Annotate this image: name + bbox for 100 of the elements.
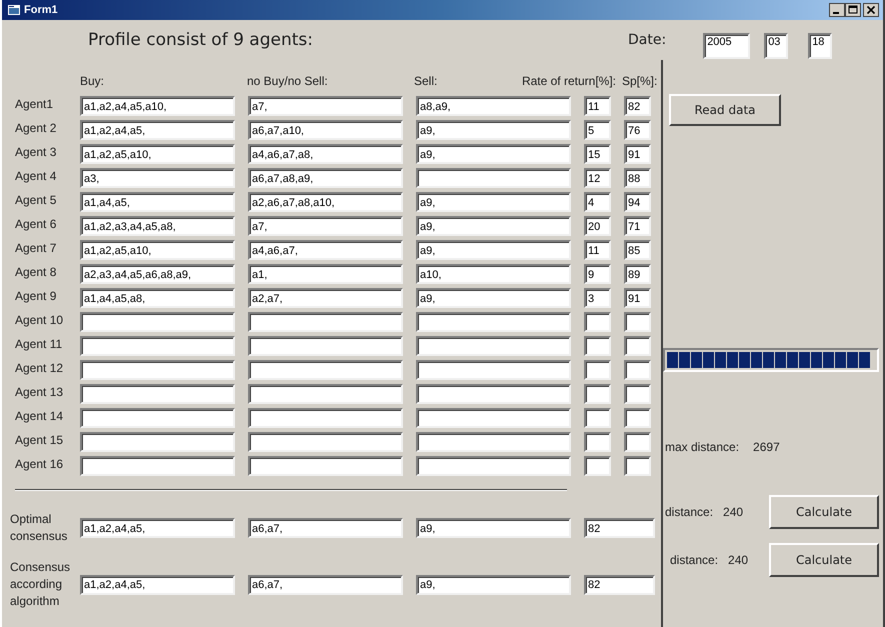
- rate-of-return-field[interactable]: 11: [584, 240, 611, 260]
- sell-field[interactable]: [416, 408, 571, 428]
- sp-field[interactable]: [624, 456, 651, 476]
- buy-field[interactable]: a1,a2,a4,a5,a10,: [80, 96, 235, 116]
- buy-field[interactable]: [80, 336, 235, 356]
- no-buy-no-sell-field[interactable]: a7,: [248, 216, 403, 236]
- sp-field[interactable]: [624, 360, 651, 380]
- agent-label: Agent 15: [15, 433, 64, 447]
- buy-field[interactable]: [80, 408, 235, 428]
- buy-field[interactable]: a1,a4,a5,a8,: [80, 288, 235, 308]
- sell-field[interactable]: a10,: [416, 264, 571, 284]
- no-buy-no-sell-field[interactable]: a6,a7,: [248, 518, 403, 538]
- sell-field[interactable]: [416, 336, 571, 356]
- no-buy-no-sell-field[interactable]: a2,a6,a7,a8,a10,: [248, 192, 403, 212]
- distance-label: distance:: [665, 505, 714, 519]
- sell-field[interactable]: a9,: [416, 216, 571, 236]
- rate-of-return-field[interactable]: 11: [584, 96, 611, 116]
- no-buy-no-sell-field[interactable]: a4,a6,a7,a8,: [248, 144, 403, 164]
- sell-field[interactable]: [416, 456, 571, 476]
- buy-field[interactable]: [80, 360, 235, 380]
- sell-field[interactable]: [416, 168, 571, 188]
- buy-field[interactable]: [80, 432, 235, 452]
- sell-field[interactable]: a9,: [416, 192, 571, 212]
- rate-of-return-field[interactable]: [584, 384, 611, 404]
- rate-of-return-field[interactable]: 5: [584, 120, 611, 140]
- no-buy-no-sell-field[interactable]: a6,a7,a8,a9,: [248, 168, 403, 188]
- rate-of-return-field[interactable]: [584, 360, 611, 380]
- rate-of-return-field[interactable]: [584, 312, 611, 332]
- buy-field[interactable]: a1,a2,a4,a5,: [80, 120, 235, 140]
- buy-field[interactable]: a1,a2,a5,a10,: [80, 240, 235, 260]
- rate-of-return-field[interactable]: [584, 456, 611, 476]
- sell-field[interactable]: [416, 360, 571, 380]
- no-buy-no-sell-field[interactable]: a7,: [248, 96, 403, 116]
- sp-field[interactable]: 85: [624, 240, 651, 260]
- sp-field[interactable]: 91: [624, 288, 651, 308]
- sp-field[interactable]: [624, 408, 651, 428]
- sp-field[interactable]: 94: [624, 192, 651, 212]
- no-buy-no-sell-field[interactable]: a4,a6,a7,: [248, 240, 403, 260]
- rate-of-return-field[interactable]: [584, 336, 611, 356]
- close-icon[interactable]: [863, 3, 879, 17]
- rate-of-return-field[interactable]: [584, 408, 611, 428]
- no-buy-no-sell-field[interactable]: a2,a7,: [248, 288, 403, 308]
- sell-field[interactable]: a9,: [416, 120, 571, 140]
- buy-field[interactable]: a1,a2,a5,a10,: [80, 144, 235, 164]
- buy-field[interactable]: a1,a2,a4,a5,: [80, 518, 235, 538]
- rate-of-return-field[interactable]: 20: [584, 216, 611, 236]
- sp-field[interactable]: [624, 336, 651, 356]
- sp-field[interactable]: 89: [624, 264, 651, 284]
- sell-field[interactable]: [416, 384, 571, 404]
- no-buy-no-sell-field[interactable]: [248, 408, 403, 428]
- buy-field[interactable]: a1,a4,a5,: [80, 192, 235, 212]
- read-data-button[interactable]: Read data: [669, 94, 781, 126]
- sp-field[interactable]: [624, 432, 651, 452]
- day-field[interactable]: 18: [808, 33, 832, 59]
- sell-field[interactable]: [416, 312, 571, 332]
- sp-field[interactable]: [624, 312, 651, 332]
- month-field[interactable]: 03: [764, 33, 788, 59]
- rate-of-return-field[interactable]: 4: [584, 192, 611, 212]
- sp-field[interactable]: 91: [624, 144, 651, 164]
- sell-field[interactable]: a9,: [416, 574, 571, 594]
- buy-field[interactable]: [80, 384, 235, 404]
- sell-field[interactable]: a9,: [416, 144, 571, 164]
- calculate-button[interactable]: Calculate: [769, 543, 879, 577]
- sp-field[interactable]: 82: [584, 574, 655, 594]
- sp-field[interactable]: 71: [624, 216, 651, 236]
- rate-of-return-field[interactable]: [584, 432, 611, 452]
- no-buy-no-sell-field[interactable]: [248, 360, 403, 380]
- sell-field[interactable]: a9,: [416, 240, 571, 260]
- no-buy-no-sell-field[interactable]: [248, 456, 403, 476]
- calculate-button[interactable]: Calculate: [769, 495, 879, 529]
- minimize-icon[interactable]: [829, 3, 845, 17]
- no-buy-no-sell-field[interactable]: a6,a7,: [248, 574, 403, 594]
- buy-field[interactable]: a2,a3,a4,a5,a6,a8,a9,: [80, 264, 235, 284]
- rate-of-return-field[interactable]: 3: [584, 288, 611, 308]
- sell-field[interactable]: a9,: [416, 288, 571, 308]
- no-buy-no-sell-field[interactable]: [248, 432, 403, 452]
- year-field[interactable]: 2005: [703, 33, 750, 59]
- rate-of-return-field[interactable]: 9: [584, 264, 611, 284]
- buy-field[interactable]: a1,a2,a3,a4,a5,a8,: [80, 216, 235, 236]
- sp-field[interactable]: [624, 384, 651, 404]
- buy-field[interactable]: a1,a2,a4,a5,: [80, 574, 235, 594]
- no-buy-no-sell-field[interactable]: a1,: [248, 264, 403, 284]
- sell-field[interactable]: a9,: [416, 518, 571, 538]
- no-buy-no-sell-field[interactable]: a6,a7,a10,: [248, 120, 403, 140]
- sp-field[interactable]: 88: [624, 168, 651, 188]
- distance-value: 240: [728, 553, 748, 567]
- rate-of-return-field[interactable]: 12: [584, 168, 611, 188]
- buy-field[interactable]: [80, 456, 235, 476]
- buy-field[interactable]: [80, 312, 235, 332]
- buy-field[interactable]: a3,: [80, 168, 235, 188]
- sell-field[interactable]: [416, 432, 571, 452]
- sp-field[interactable]: 82: [624, 96, 651, 116]
- no-buy-no-sell-field[interactable]: [248, 312, 403, 332]
- rate-of-return-field[interactable]: 15: [584, 144, 611, 164]
- sell-field[interactable]: a8,a9,: [416, 96, 571, 116]
- no-buy-no-sell-field[interactable]: [248, 336, 403, 356]
- sp-field[interactable]: 82: [584, 518, 655, 538]
- sp-field[interactable]: 76: [624, 120, 651, 140]
- no-buy-no-sell-field[interactable]: [248, 384, 403, 404]
- maximize-icon[interactable]: [845, 3, 861, 17]
